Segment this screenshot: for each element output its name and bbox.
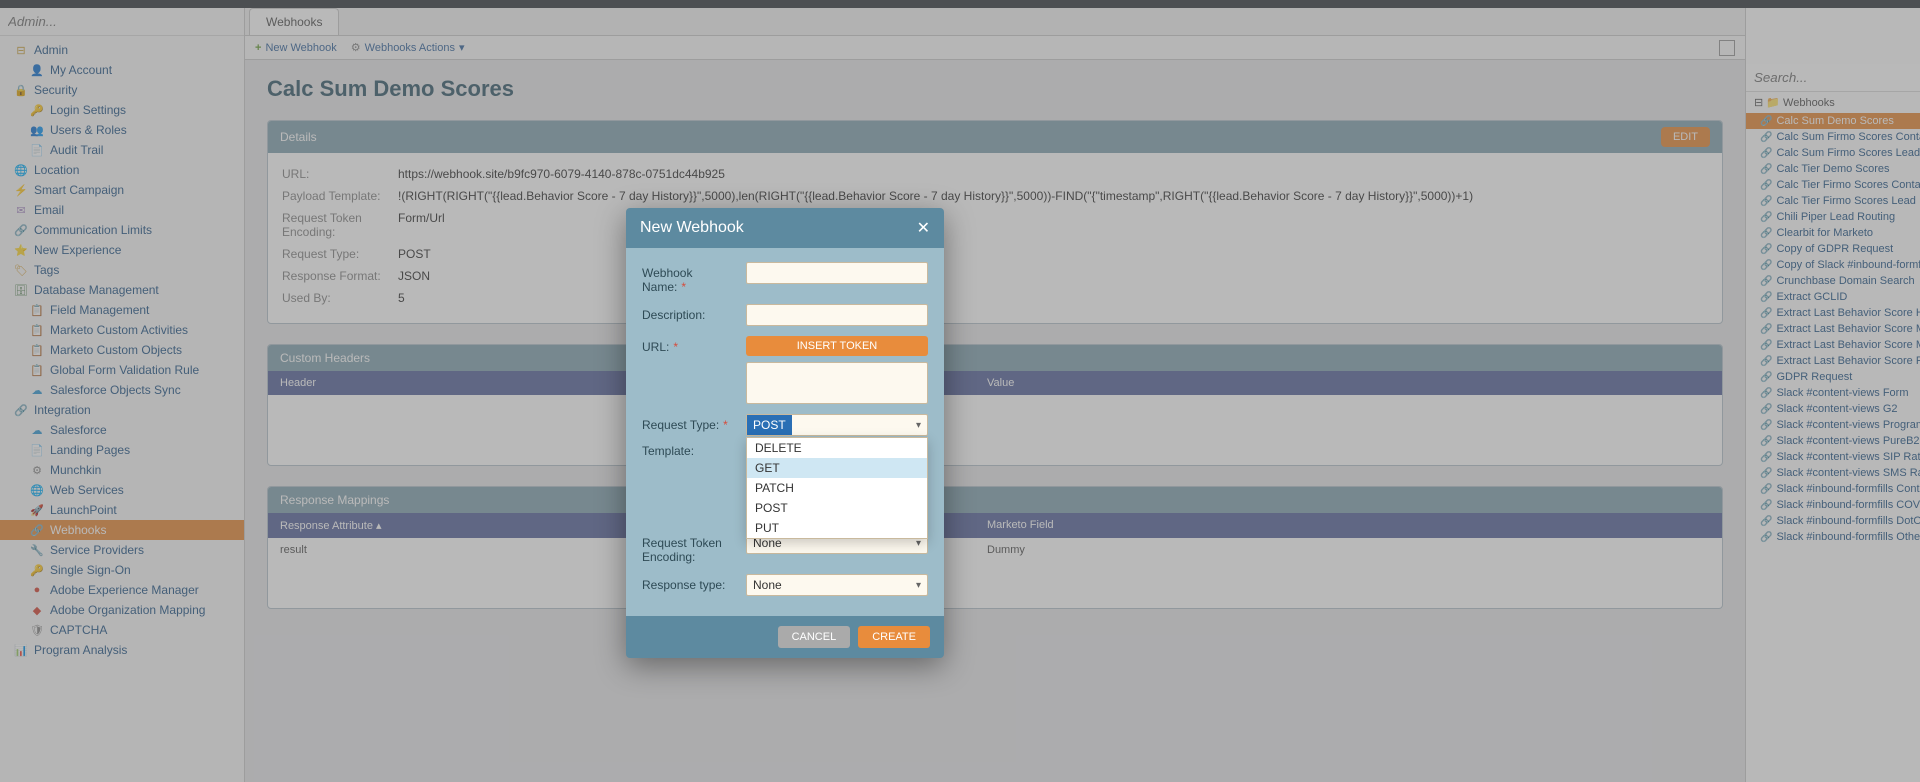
request-type-dropdown: DELETEGETPATCHPOSTPUT	[746, 437, 928, 539]
chevron-down-icon: ▾	[916, 420, 921, 431]
request-type-select[interactable]: POST ▾ DELETEGETPATCHPOSTPUT	[746, 414, 928, 436]
dropdown-option[interactable]: PUT	[747, 518, 927, 538]
dropdown-option[interactable]: GET	[747, 458, 927, 478]
field-label: Request Token Encoding:	[642, 532, 738, 564]
field-label: Request Type:	[642, 414, 738, 432]
dropdown-option[interactable]: PATCH	[747, 478, 927, 498]
field-label: Description:	[642, 304, 738, 322]
cancel-button[interactable]: CANCEL	[778, 626, 851, 648]
chevron-down-icon: ▾	[916, 580, 921, 591]
close-icon[interactable]: ✕	[917, 218, 930, 238]
modal-title-text: New Webhook	[640, 219, 744, 237]
field-label: Template:	[642, 440, 738, 458]
dropdown-option[interactable]: DELETE	[747, 438, 927, 458]
response-type-select[interactable]: None ▾	[746, 574, 928, 596]
chevron-down-icon: ▾	[916, 538, 921, 549]
description-input[interactable]	[746, 304, 928, 326]
webhook-name-input[interactable]	[746, 262, 928, 284]
dropdown-option[interactable]: POST	[747, 498, 927, 518]
field-label: Response type:	[642, 574, 738, 592]
new-webhook-modal: New Webhook ✕ Webhook Name: Description:…	[626, 208, 944, 658]
select-value: None	[753, 578, 782, 592]
modal-scrim[interactable]	[0, 0, 1920, 782]
select-value: POST	[747, 415, 792, 435]
create-button[interactable]: CREATE	[858, 626, 930, 648]
field-label: URL:	[642, 336, 738, 354]
field-label: Webhook Name:	[642, 262, 738, 294]
url-input[interactable]	[746, 362, 928, 404]
insert-token-button[interactable]: INSERT TOKEN	[746, 336, 928, 356]
